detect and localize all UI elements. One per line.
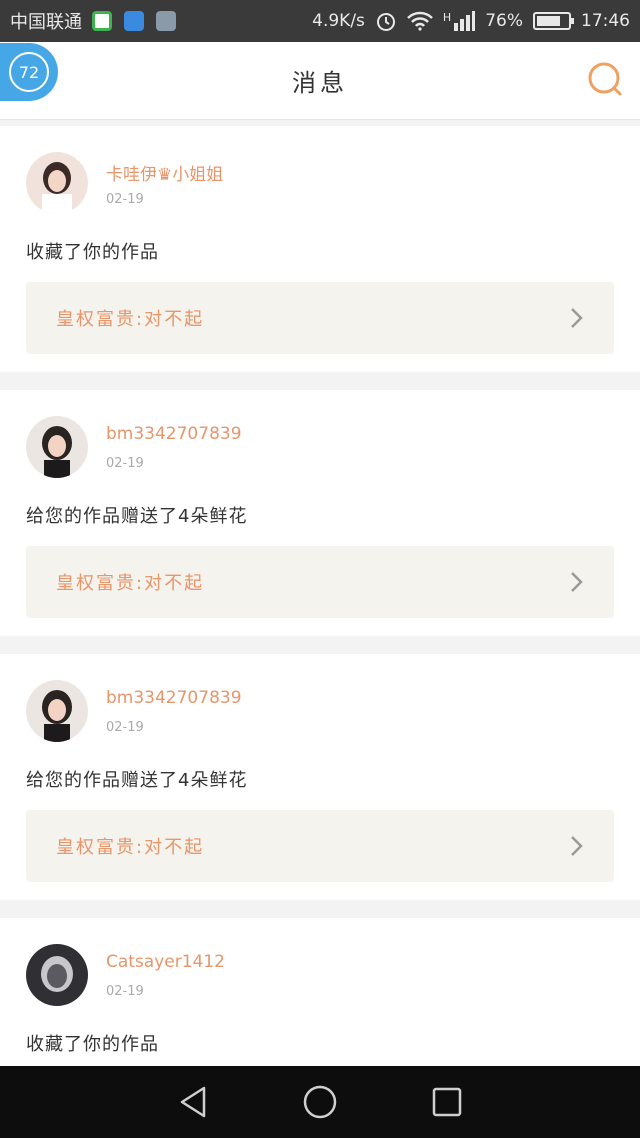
wifi-icon [407,11,433,31]
network-speed: 4.9K/s [312,11,365,31]
assistant-badge: 72 [9,52,49,92]
work-title: 皇权富贵:对不起 [56,309,205,330]
avatar[interactable] [26,152,88,214]
avatar[interactable] [26,416,88,478]
home-circle-icon [303,1085,337,1119]
app-icon-green [92,11,112,31]
system-nav-bar [0,1066,640,1138]
notification-date: 02-19 [106,984,144,999]
clock: 17:46 [581,11,630,31]
recents-button[interactable] [427,1082,467,1122]
battery-icon [533,12,574,30]
notification-date: 02-19 [106,456,144,471]
signal-icon [454,11,476,31]
status-bar: 中国联通 4.9K/s H 76% 17:46 [0,0,640,42]
notification-date: 02-19 [106,192,144,207]
notification-list: 卡哇伊♛小姐姐 02-19 收藏了你的作品 皇权富贵:对不起 bm3342707… [0,126,640,1138]
notification-card: bm3342707839 02-19 给您的作品赠送了4朵鲜花 皇权富贵:对不起 [0,654,640,900]
work-link[interactable]: 皇权富贵:对不起 [26,282,614,354]
battery-fill [537,16,560,26]
avatar[interactable] [26,680,88,742]
page-title: 消息 [292,69,348,97]
back-triangle-icon [181,1086,206,1118]
floating-assistant-button[interactable]: 72 [0,43,58,101]
chevron-right-icon [571,836,583,856]
notification-date: 02-19 [106,720,144,735]
search-icon [588,62,622,96]
work-link[interactable]: 皇权富贵:对不起 [26,810,614,882]
notification-message: 收藏了你的作品 [26,242,159,263]
recents-square-icon [432,1087,461,1117]
notification-message: 收藏了你的作品 [26,1034,159,1055]
network-type: H [442,11,452,24]
chevron-right-icon [571,308,583,328]
username[interactable]: 卡哇伊♛小姐姐 [106,160,223,185]
alarm-icon [376,13,395,31]
title-bar: 消息 [0,42,640,120]
back-button[interactable] [173,1082,213,1122]
work-title: 皇权富贵:对不起 [56,573,205,594]
username[interactable]: bm3342707839 [106,424,242,444]
notification-card: 卡哇伊♛小姐姐 02-19 收藏了你的作品 皇权富贵:对不起 [0,126,640,372]
gallery-icon [156,11,176,31]
username[interactable]: Catsayer1412 [106,952,225,972]
app-icon-wifi-assist [124,11,144,31]
search-button[interactable] [586,60,626,100]
username[interactable]: bm3342707839 [106,688,242,708]
chevron-right-icon [571,572,583,592]
notification-message: 给您的作品赠送了4朵鲜花 [26,770,248,791]
avatar[interactable] [26,944,88,1006]
signal-indicator: H [442,11,476,31]
work-title: 皇权富贵:对不起 [56,837,205,858]
battery-percent: 76% [485,11,523,31]
notification-message: 给您的作品赠送了4朵鲜花 [26,506,248,527]
work-link[interactable]: 皇权富贵:对不起 [26,546,614,618]
notification-card: bm3342707839 02-19 给您的作品赠送了4朵鲜花 皇权富贵:对不起 [0,390,640,636]
carrier-label: 中国联通 [10,12,82,33]
home-button[interactable] [300,1082,340,1122]
